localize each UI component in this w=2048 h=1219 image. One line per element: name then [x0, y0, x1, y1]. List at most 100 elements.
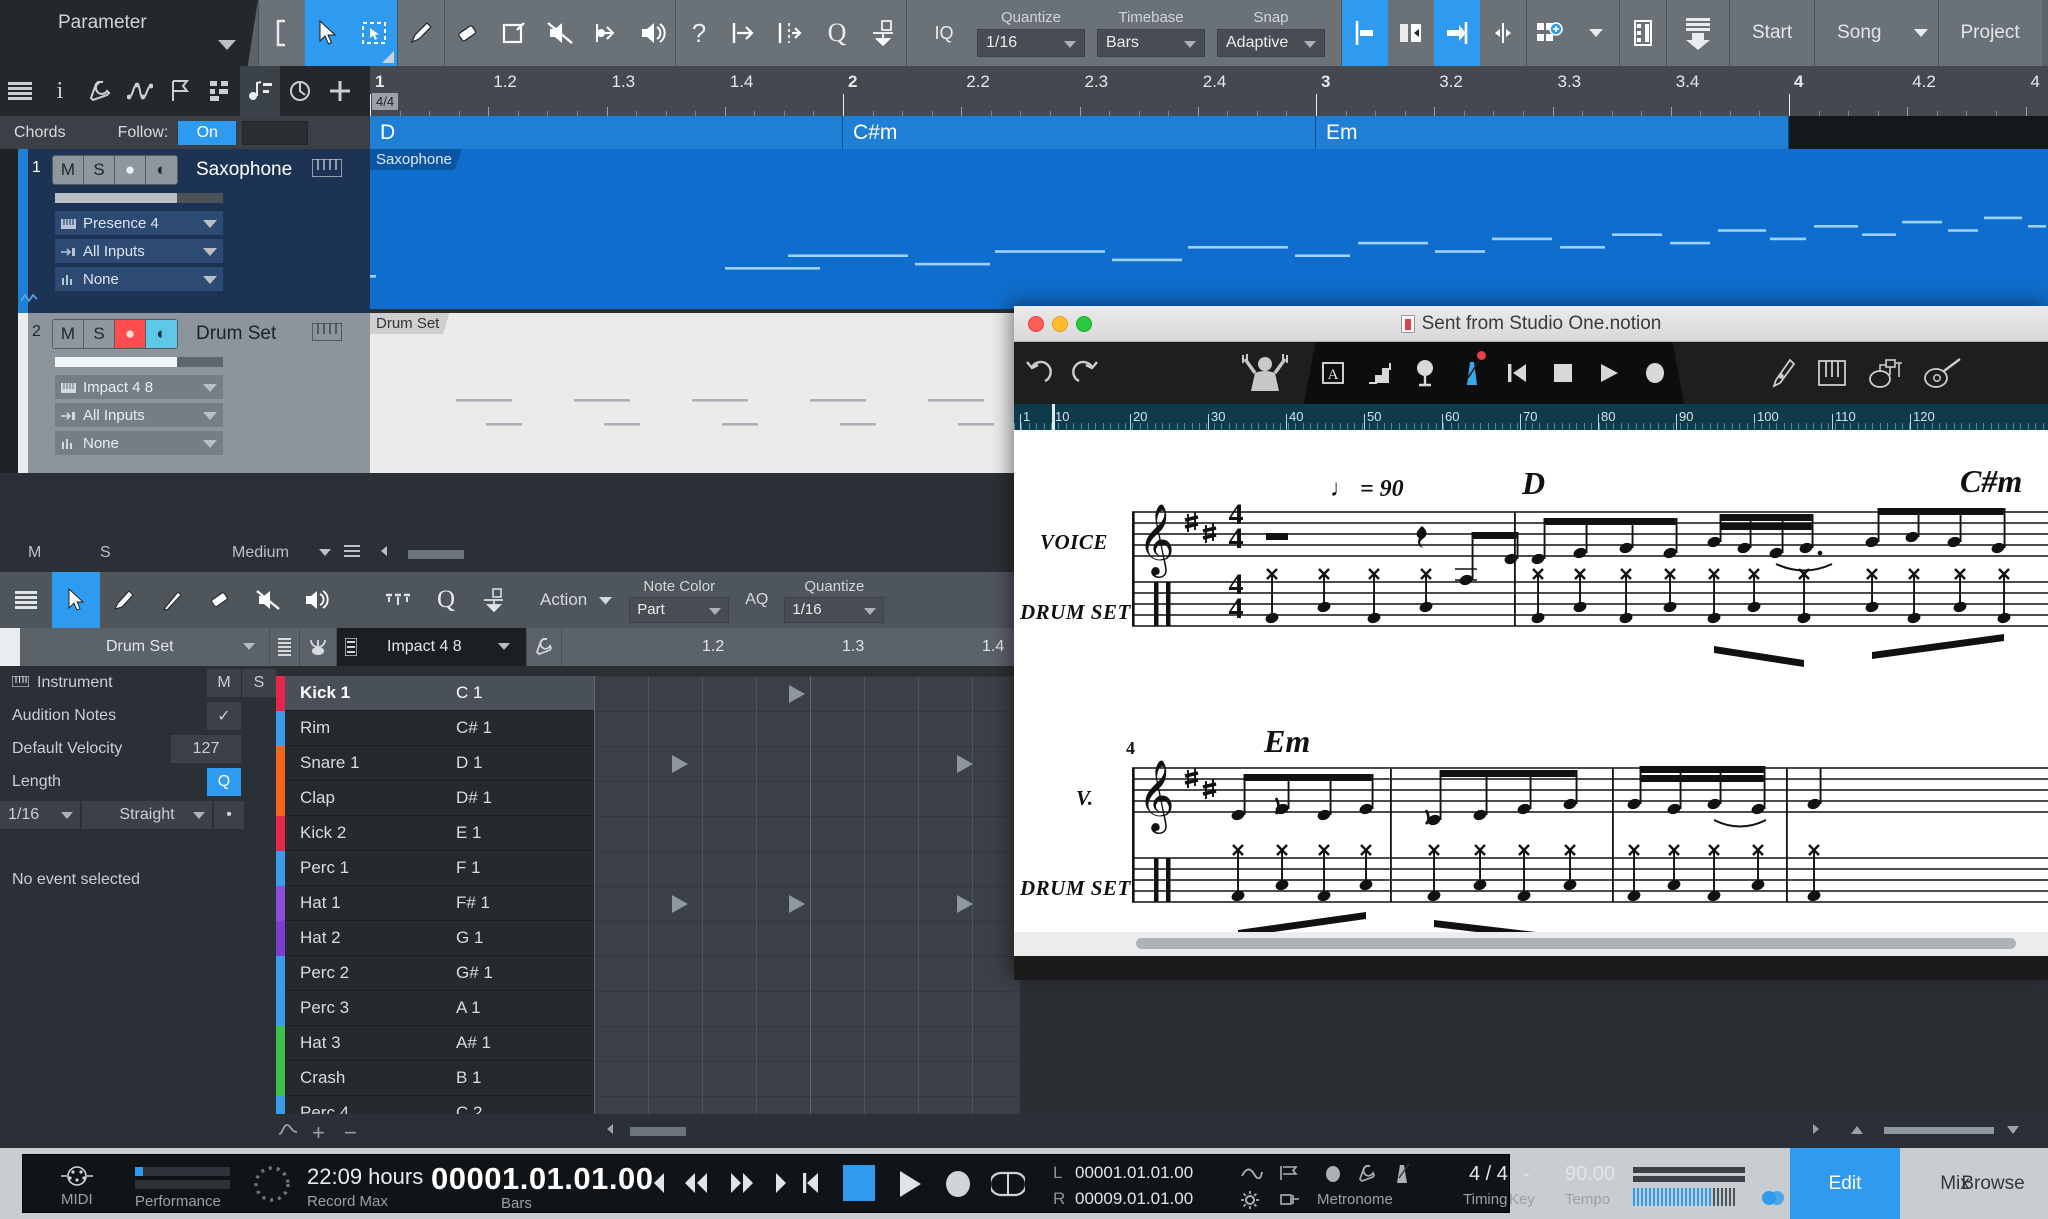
inspector-audition-row[interactable]: Audition Notes ✓ — [0, 699, 276, 732]
footer-solo-label[interactable]: S — [100, 544, 111, 562]
instrument-selector[interactable]: Impact 4 8 — [55, 375, 223, 399]
editor-quantize-value[interactable]: 1/16 — [784, 596, 885, 623]
drum-lane-row[interactable]: Hat 2 G 1 — [276, 921, 594, 956]
dynamics-icon[interactable] — [1356, 342, 1402, 404]
follow-mode-field[interactable] — [242, 120, 309, 145]
snap-value[interactable]: Adaptive — [1217, 29, 1325, 57]
chord-clip[interactable]: D — [370, 116, 843, 149]
info-icon[interactable]: i — [40, 66, 80, 116]
timing-value[interactable]: 4 / 4 — [1469, 1163, 1508, 1186]
drums-icon[interactable] — [1856, 342, 1914, 404]
menu-icon[interactable] — [0, 66, 40, 116]
grid-value-field[interactable]: 1/16 — [0, 800, 80, 829]
metronome-icon[interactable] — [280, 66, 320, 116]
drum-lane-row[interactable]: Snare 1 D 1 — [276, 746, 594, 781]
volume-fader[interactable] — [55, 357, 223, 367]
drum-lane-row[interactable]: Clap D# 1 — [276, 781, 594, 816]
notion-score[interactable]: 𝄞 4 4 ♩ = 90 D C#m 4 4 4 𝄞 Em VOICE DRUM SET V. DRUM … — [1014, 430, 2048, 956]
range-select-tool-button[interactable] — [351, 0, 397, 66]
loop-button[interactable] — [988, 1169, 1028, 1204]
notion-window[interactable]: Sent from Studio One.notion A 1 10 20 30… — [1014, 306, 2048, 980]
piano-icon[interactable] — [1808, 342, 1856, 404]
conductor-icon[interactable] — [1226, 342, 1304, 404]
horizontal-scrollbar[interactable] — [630, 1127, 686, 1136]
chevron-down-icon[interactable] — [1904, 0, 1938, 66]
tempo-value[interactable]: 90.00 — [1565, 1163, 1615, 1186]
score-notation[interactable]: 𝄞 44♩ = 90 D C#m444𝄞Em — [1014, 430, 2048, 943]
transform-icon[interactable] — [860, 0, 906, 66]
prev-marker-button[interactable] — [651, 1171, 669, 1200]
stop-button[interactable] — [843, 1165, 875, 1201]
snap-both-button[interactable] — [1480, 0, 1526, 66]
metronome-glyph-icon[interactable] — [1391, 1163, 1413, 1190]
mute-tool-button[interactable] — [537, 0, 583, 66]
output-selector[interactable]: None — [55, 267, 223, 291]
grid-icon[interactable] — [200, 66, 240, 116]
inspector-instrument-row[interactable]: Instrument M S — [0, 666, 276, 699]
inspector-mute-button[interactable]: M — [207, 668, 241, 697]
listen-tool-button[interactable] — [629, 0, 675, 66]
note-event[interactable] — [957, 895, 973, 913]
drum-lane-row[interactable]: Kick 1 C 1 — [276, 676, 594, 711]
footer-mute-label[interactable]: M — [28, 544, 41, 562]
notion-playhead[interactable] — [1052, 404, 1055, 430]
solo-button[interactable]: S — [84, 156, 115, 184]
chord-clip[interactable]: Em — [1316, 116, 1789, 149]
undo-icon[interactable] — [1014, 342, 1062, 404]
click-device-icon[interactable] — [1279, 1191, 1301, 1212]
mode-edit-button[interactable]: Edit — [1790, 1148, 1900, 1219]
editor-instrument-selector[interactable]: Impact 4 8 — [337, 628, 527, 666]
track-name[interactable]: Saxophone — [196, 159, 292, 181]
parameter-selector[interactable]: Parameter — [0, 0, 258, 66]
automation-expand-icon[interactable] — [20, 291, 38, 309]
editor-velocity-icon[interactable] — [374, 572, 422, 628]
editor-listen-tool-button[interactable] — [292, 572, 340, 628]
drum-lane-row[interactable]: Hat 3 A# 1 — [276, 1026, 594, 1061]
editor-transform-icon[interactable] — [470, 572, 518, 628]
track-name[interactable]: Drum Set — [196, 323, 276, 345]
editor-track-selector[interactable]: Drum Set — [20, 628, 270, 666]
notes-icon[interactable] — [240, 66, 280, 116]
record-icon[interactable] — [1632, 342, 1678, 404]
video-icon[interactable] — [1620, 0, 1666, 66]
fast-forward-button[interactable] — [727, 1171, 757, 1200]
note-event[interactable] — [789, 895, 805, 913]
zoom-slider[interactable] — [1884, 1127, 1994, 1134]
timeline-ruler[interactable]: 4/4 1 1.2 1.3 1.4 2 2.2 2.3 2.4 3 3.2 3.3 3.4 4 4.2 4 — [370, 66, 2048, 116]
note-event[interactable] — [672, 895, 688, 913]
marker-icon[interactable] — [160, 66, 200, 116]
drum-lane-row[interactable]: Perc 2 G# 1 — [276, 956, 594, 991]
editor-eraser-tool-button[interactable] — [196, 572, 244, 628]
note-color-value[interactable]: Part — [629, 596, 730, 623]
metronome-record-icon[interactable] — [1323, 1164, 1343, 1189]
zoom-out-icon[interactable] — [1850, 1122, 1864, 1140]
input-selector[interactable]: All Inputs — [55, 239, 223, 263]
project-button[interactable]: Project — [1937, 0, 2042, 66]
chevron-down-icon[interactable] — [318, 544, 332, 562]
record-button[interactable] — [943, 1169, 973, 1204]
scroll-left-icon[interactable] — [604, 1122, 616, 1140]
list-icon[interactable] — [344, 544, 360, 562]
clip-saxophone[interactable]: Saxophone — [370, 149, 2048, 309]
scroll-right-icon[interactable] — [1810, 1122, 1822, 1140]
pen-icon[interactable] — [1760, 342, 1808, 404]
editor-mute-tool-button[interactable] — [244, 572, 292, 628]
footer-size-label[interactable]: Medium — [232, 544, 289, 562]
notion-timeline-ruler[interactable]: 1 10 20 30 40 50 60 70 80 90 100 110 120 — [1014, 404, 2048, 430]
quantize-icon[interactable]: Q — [814, 0, 860, 66]
inspector-length-row[interactable]: Length Q — [0, 765, 276, 798]
arrow-tool-button[interactable] — [305, 0, 351, 66]
editor-menu-icon[interactable] — [0, 572, 52, 628]
return-to-start-button[interactable] — [801, 1171, 823, 1200]
range-tool-button[interactable] — [259, 0, 305, 66]
volume-fader[interactable] — [55, 193, 223, 203]
monitor-button[interactable]: ◐ — [146, 156, 177, 184]
mute-button[interactable]: M — [53, 156, 84, 184]
mute-button[interactable]: M — [53, 320, 84, 348]
default-velocity-field[interactable]: 127 — [171, 734, 241, 763]
add-lane-icon[interactable]: + — [312, 1120, 325, 1146]
aq-label[interactable]: AQ — [735, 591, 778, 609]
help-icon[interactable]: ? — [676, 0, 722, 66]
metronome-tool-icon[interactable] — [1448, 342, 1494, 404]
dotted-toggle[interactable]: • — [214, 800, 244, 829]
